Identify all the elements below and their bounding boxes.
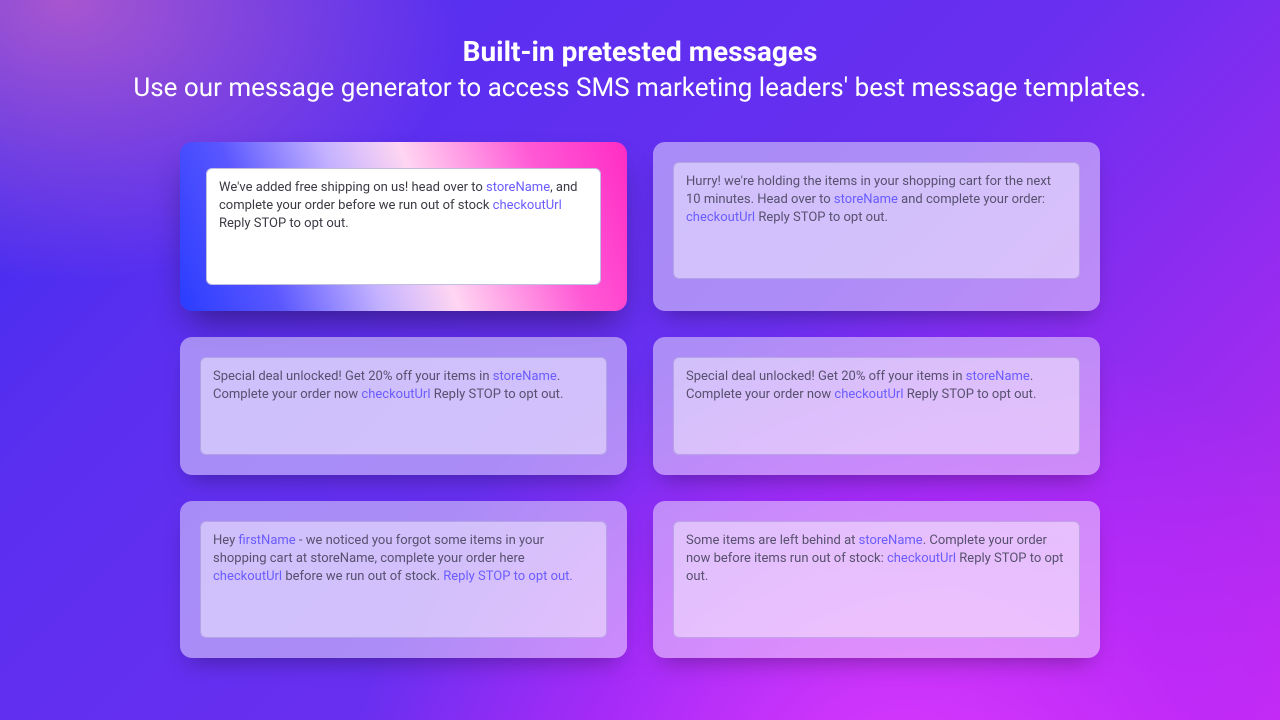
template-text: Reply STOP to opt out. <box>219 216 349 231</box>
template-text: Hey <box>213 533 238 548</box>
template-message: Special deal unlocked! Get 20% off your … <box>200 357 607 455</box>
template-variable: checkoutUrl <box>834 387 903 402</box>
template-text: Reply STOP to opt out. <box>431 387 564 402</box>
template-card[interactable]: Special deal unlocked! Get 20% off your … <box>653 337 1100 475</box>
page-title: Built-in pretested messages <box>110 34 1170 69</box>
template-message: Hey firstName - we noticed you forgot so… <box>200 521 607 638</box>
template-message: Some items are left behind at storeName.… <box>673 521 1080 638</box>
template-variable: checkoutUrl <box>361 387 430 402</box>
template-variable: storeName <box>493 369 557 384</box>
template-variable: checkoutUrl <box>686 210 755 225</box>
template-variable: checkoutUrl <box>493 198 562 213</box>
template-text: Reply STOP to opt out. <box>755 210 888 225</box>
template-text: Reply STOP to opt out. <box>904 387 1037 402</box>
template-variable: storeName <box>486 180 550 195</box>
templates-grid: We've added free shipping on us! head ov… <box>0 142 1280 688</box>
template-variable: Reply STOP to opt out. <box>443 569 573 584</box>
template-text: before we run out of stock. <box>282 569 443 584</box>
template-card[interactable]: Hey firstName - we noticed you forgot so… <box>180 501 627 658</box>
template-message: Hurry! we're holding the items in your s… <box>673 162 1080 279</box>
template-card[interactable]: Some items are left behind at storeName.… <box>653 501 1100 658</box>
template-text: Special deal unlocked! Get 20% off your … <box>686 369 966 384</box>
template-text: Special deal unlocked! Get 20% off your … <box>213 369 493 384</box>
template-card[interactable]: Hurry! we're holding the items in your s… <box>653 142 1100 311</box>
template-message: Special deal unlocked! Get 20% off your … <box>673 357 1080 455</box>
template-text: We've added free shipping on us! head ov… <box>219 180 486 195</box>
header: Built-in pretested messages Use our mess… <box>110 0 1170 106</box>
template-text: and complete your order: <box>898 192 1045 207</box>
template-variable: checkoutUrl <box>213 569 282 584</box>
template-message: We've added free shipping on us! head ov… <box>206 168 601 285</box>
template-text: Some items are left behind at <box>686 533 859 548</box>
template-variable: storeName <box>834 192 898 207</box>
template-variable: storeName <box>966 369 1030 384</box>
template-card[interactable]: We've added free shipping on us! head ov… <box>180 142 627 311</box>
template-variable: firstName <box>238 533 295 548</box>
template-variable: storeName <box>859 533 923 548</box>
page-subtitle: Use our message generator to access SMS … <box>110 71 1170 106</box>
template-card[interactable]: Special deal unlocked! Get 20% off your … <box>180 337 627 475</box>
template-variable: checkoutUrl <box>887 551 956 566</box>
